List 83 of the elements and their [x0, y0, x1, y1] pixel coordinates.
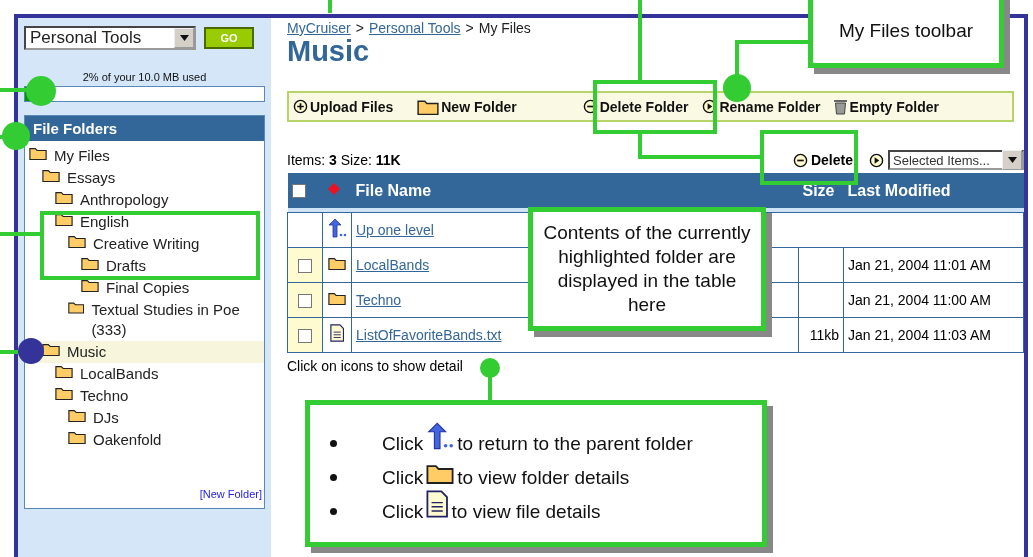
- callout-text: My Files toolbar: [838, 19, 974, 43]
- folder-tree-item[interactable]: LocalBands: [25, 363, 264, 385]
- minus-circle-icon: [792, 152, 808, 168]
- row-checkbox[interactable]: [298, 328, 312, 343]
- folder-icon: [68, 408, 86, 423]
- folder-tree-item[interactable]: My Files: [25, 145, 264, 167]
- up-arrow-icon: [327, 218, 347, 238]
- folder-icon: [81, 278, 99, 293]
- breadcrumb-separator: >: [465, 20, 474, 36]
- bullet-icon: [330, 440, 337, 447]
- callout-dot: [723, 74, 751, 102]
- folder-icon: [42, 168, 60, 183]
- callout-text: to return to the parent folder: [457, 433, 693, 455]
- actions-dropdown[interactable]: Selected Items...: [888, 150, 1024, 170]
- folder-tree-item[interactable]: Techno: [25, 385, 264, 407]
- callout-text: Click: [382, 433, 424, 455]
- breadcrumb-link[interactable]: Personal Tools: [368, 20, 461, 36]
- folder-tree-item[interactable]: Essays: [25, 167, 264, 189]
- folder-tree-item[interactable]: Anthropology: [25, 189, 264, 211]
- date-cell: Jan 21, 2004 11:01 AM: [848, 256, 991, 273]
- section-dropdown[interactable]: Personal Tools: [24, 26, 196, 50]
- toolbar-button[interactable]: Delete Folder: [582, 98, 689, 115]
- row-checkbox[interactable]: [298, 293, 312, 308]
- callout-text: Click: [382, 467, 424, 489]
- select-all-checkbox[interactable]: [291, 184, 306, 199]
- folder-icon: [29, 146, 47, 161]
- toolbar-button[interactable]: New Folder: [417, 97, 517, 116]
- folder-tree-item[interactable]: English: [25, 211, 264, 233]
- folder-tree-item[interactable]: Oakenfold: [25, 429, 264, 451]
- folder-tree-item[interactable]: Final Copies: [25, 277, 264, 299]
- folder-icon: [42, 342, 60, 357]
- hint-text: Click on icons to show detail: [287, 357, 463, 374]
- file-name-link[interactable]: ListOfFavoriteBands.txt: [356, 326, 502, 343]
- folder-icon: [68, 430, 86, 445]
- panel-title: File Folders: [25, 116, 264, 141]
- play-circle-icon: [869, 152, 884, 168]
- column-header: Last Modified: [843, 173, 1024, 208]
- folder-icon: [55, 190, 73, 205]
- callout-dot: [2, 122, 30, 150]
- folder-icon: [68, 234, 86, 249]
- up-arrow-icon: [426, 422, 455, 450]
- toolbar-button[interactable]: Upload Files: [293, 98, 394, 115]
- folder-tree-item[interactable]: DJs: [25, 407, 264, 429]
- folder-icon: [55, 386, 73, 401]
- folder-icon: [68, 300, 85, 315]
- date-cell: Jan 21, 2004 11:00 AM: [848, 291, 991, 308]
- callout-dot: [480, 358, 500, 378]
- page-title: Music: [287, 36, 370, 66]
- plus-circle-icon: [293, 99, 308, 114]
- bullet-icon: [330, 474, 337, 481]
- breadcrumb-link[interactable]: MyCruiser: [287, 20, 351, 36]
- caret-icon: [1002, 150, 1022, 170]
- caret-icon: [174, 28, 194, 48]
- file-name-link[interactable]: Techno: [356, 291, 402, 308]
- callout-text: to view file details: [451, 501, 601, 523]
- trash-icon: [832, 98, 848, 115]
- date-cell: Jan 21, 2004 11:03 AM: [848, 326, 991, 343]
- folder-tree-item[interactable]: Creative Writing: [25, 233, 264, 255]
- folder-icon: [328, 255, 346, 271]
- diamond-icon: [326, 181, 341, 196]
- delete-button[interactable]: Delete: [786, 151, 859, 169]
- file-name-link[interactable]: Up one level: [356, 221, 434, 238]
- folder-icon: [55, 212, 73, 227]
- folder-tree-item[interactable]: Drafts: [25, 255, 264, 277]
- breadcrumb-current: My Files: [478, 20, 531, 36]
- folder-icon: [81, 256, 99, 271]
- callout-text: to view folder details: [457, 467, 630, 489]
- file-name-link[interactable]: LocalBands: [356, 256, 430, 273]
- row-checkbox[interactable]: [298, 258, 312, 273]
- column-header: File Name: [351, 173, 799, 208]
- size-cell: 11kb: [809, 326, 839, 343]
- document-icon: [426, 490, 449, 518]
- folder-tree-item[interactable]: Textual Studies in Poe (333): [25, 299, 264, 341]
- folder-icon: [328, 290, 346, 306]
- callout-text: Contents of the currently highlighted folder are displayed in the table here: [543, 221, 751, 317]
- new-folder-link[interactable]: [New Folder]: [199, 488, 264, 508]
- storage-usage-text: 2% of your 10.0 MB used: [81, 71, 208, 83]
- breadcrumb-separator: >: [355, 20, 364, 36]
- document-icon: [329, 324, 345, 342]
- toolbar-button[interactable]: Empty Folder: [832, 98, 939, 115]
- items-summary: Items: 3 Size: 11K: [287, 152, 401, 168]
- bullet-icon: [330, 508, 337, 515]
- callout-text: Click: [382, 501, 424, 523]
